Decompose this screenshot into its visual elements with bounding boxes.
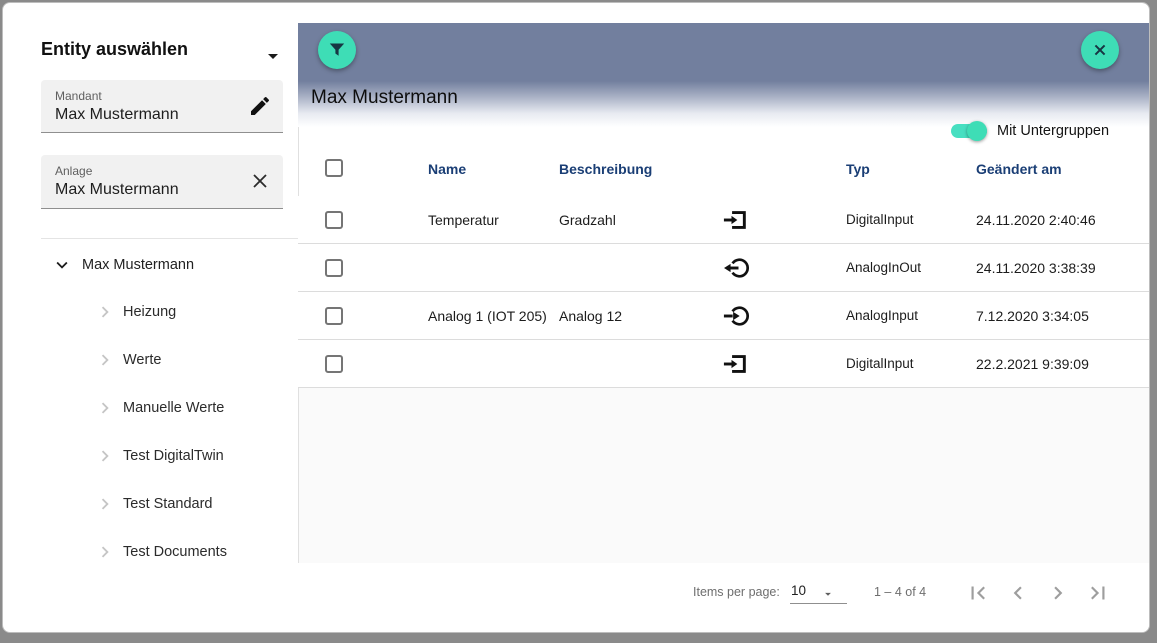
- column-header-description[interactable]: Beschreibung: [559, 161, 652, 177]
- cell-name: Analog 1 (IOT 205): [428, 308, 547, 324]
- cell-type: DigitalInput: [846, 356, 914, 371]
- edit-pencil-icon[interactable]: [248, 94, 272, 118]
- chevron-right-icon[interactable]: [94, 541, 116, 563]
- subgroups-toggle[interactable]: [951, 124, 987, 138]
- chevron-right-icon[interactable]: [94, 397, 116, 419]
- tree-node-label: Manuelle Werte: [123, 400, 224, 416]
- tree-node-werte[interactable]: Werte: [94, 346, 161, 374]
- close-button[interactable]: [1081, 31, 1119, 69]
- tree-node-test-standard[interactable]: Test Standard: [94, 490, 212, 518]
- anlage-field[interactable]: Anlage Max Mustermann: [41, 155, 283, 209]
- chevron-right-icon[interactable]: [94, 445, 116, 467]
- cell-description: Analog 12: [559, 308, 622, 324]
- table-row[interactable]: Analog 1 (IOT 205) Analog 12 AnalogInput…: [298, 292, 1150, 340]
- main-header-bar: [298, 23, 1150, 81]
- paginator: Items per page: 10 1 – 4 of 4: [298, 563, 1150, 633]
- tree-node-manuelle-werte[interactable]: Manuelle Werte: [94, 394, 224, 422]
- items-per-page-select[interactable]: 10: [791, 583, 806, 598]
- row-checkbox[interactable]: [325, 259, 343, 277]
- cell-type: AnalogInput: [846, 308, 918, 323]
- table-row[interactable]: AnalogInOut 24.11.2020 3:38:39: [298, 244, 1150, 292]
- row-checkbox[interactable]: [325, 211, 343, 229]
- select-all-checkbox[interactable]: [325, 159, 343, 177]
- input-circle-icon: [721, 302, 749, 330]
- tree-node-label: Heizung: [123, 304, 176, 320]
- mandant-value: Max Mustermann: [55, 106, 179, 124]
- tree-node-root[interactable]: Max Mustermann: [51, 251, 194, 279]
- subgroups-toggle-label: Mit Untergruppen: [997, 123, 1109, 139]
- anlage-value: Max Mustermann: [55, 181, 179, 199]
- page-range-label: 1 – 4 of 4: [874, 585, 926, 599]
- column-header-type[interactable]: Typ: [846, 161, 870, 177]
- tree-node-test-documents[interactable]: Test Documents: [94, 538, 227, 566]
- row-checkbox[interactable]: [325, 355, 343, 373]
- tree-node-label: Test DigitalTwin: [123, 448, 224, 464]
- entity-select-dialog: Entity auswählen Mandant Max Mustermann …: [2, 2, 1150, 633]
- clear-x-icon[interactable]: [248, 169, 272, 193]
- tree-node-label: Test Standard: [123, 496, 212, 512]
- cell-type: DigitalInput: [846, 212, 914, 227]
- input-icon: [721, 206, 749, 234]
- cell-name: Temperatur: [428, 212, 499, 228]
- filter-button[interactable]: [318, 31, 356, 69]
- input-icon: [721, 350, 749, 378]
- sidebar-title: Entity auswählen: [41, 39, 188, 60]
- table-header-row: Name Beschreibung Typ Geändert am: [298, 147, 1150, 196]
- close-icon: [1089, 39, 1111, 61]
- tree-node-heizung[interactable]: Heizung: [94, 298, 176, 326]
- output-circle-icon: [721, 254, 749, 282]
- table-empty-area: [299, 388, 1150, 563]
- next-page-button[interactable]: [1045, 580, 1071, 606]
- subgroups-toggle-row: Mit Untergruppen: [951, 118, 1150, 144]
- row-checkbox[interactable]: [325, 307, 343, 325]
- cell-modified: 24.11.2020 3:38:39: [976, 260, 1096, 276]
- cell-description: Gradzahl: [559, 212, 616, 228]
- anlage-label: Anlage: [55, 164, 92, 178]
- sidebar-divider: [41, 238, 298, 239]
- tree-node-label: Test Documents: [123, 544, 227, 560]
- previous-page-button[interactable]: [1005, 580, 1031, 606]
- column-header-modified[interactable]: Geändert am: [976, 161, 1062, 177]
- toggle-thumb[interactable]: [967, 121, 987, 141]
- chevron-down-icon[interactable]: [51, 254, 73, 276]
- last-page-button[interactable]: [1085, 580, 1111, 606]
- column-header-name[interactable]: Name: [428, 161, 466, 177]
- table-row[interactable]: DigitalInput 22.2.2021 9:39:09: [298, 340, 1150, 388]
- chevron-right-icon[interactable]: [94, 301, 116, 323]
- chevron-right-icon[interactable]: [94, 349, 116, 371]
- mandant-field[interactable]: Mandant Max Mustermann: [41, 80, 283, 133]
- mandant-label: Mandant: [55, 89, 102, 103]
- cell-modified: 22.2.2021 9:39:09: [976, 356, 1089, 372]
- first-page-button[interactable]: [965, 580, 991, 606]
- table-row[interactable]: Temperatur Gradzahl DigitalInput 24.11.2…: [298, 196, 1150, 244]
- main-panel-title: Max Mustermann: [311, 87, 458, 109]
- chevron-down-icon[interactable]: [261, 44, 285, 68]
- cell-modified: 24.11.2020 2:40:46: [976, 212, 1096, 228]
- select-underline: [790, 603, 847, 604]
- items-per-page-label: Items per page:: [693, 585, 780, 599]
- chevron-down-icon[interactable]: [821, 587, 835, 601]
- cell-modified: 7.12.2020 3:34:05: [976, 308, 1089, 324]
- tree-node-test-digitaltwin[interactable]: Test DigitalTwin: [94, 442, 224, 470]
- tree-node-label: Werte: [123, 352, 161, 368]
- chevron-right-icon[interactable]: [94, 493, 116, 515]
- cell-type: AnalogInOut: [846, 260, 921, 275]
- tree-node-label: Max Mustermann: [82, 257, 194, 273]
- funnel-icon: [325, 38, 349, 62]
